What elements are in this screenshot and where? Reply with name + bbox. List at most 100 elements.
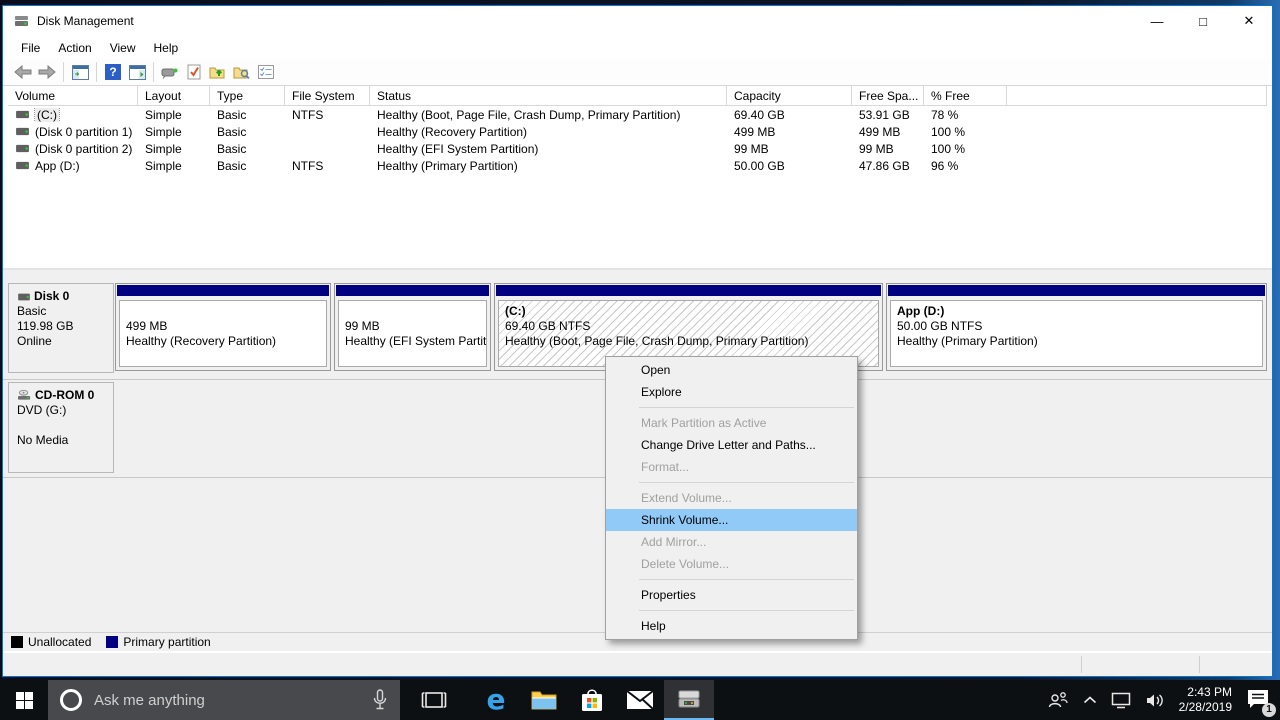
cell-free: 499 MB (852, 125, 924, 139)
table-row[interactable]: (Disk 0 partition 2) Simple Basic Health… (8, 140, 1267, 157)
console-tree-icon (72, 65, 89, 80)
volume-icon (15, 160, 30, 171)
menu-item-add-mirror[interactable]: Add Mirror... (606, 531, 857, 553)
help-icon: ? (105, 64, 121, 80)
menu-item-properties[interactable]: Properties (606, 584, 857, 606)
partition-app-d[interactable]: App (D:) 50.00 GB NTFS Healthy (Primary … (886, 283, 1267, 371)
menu-view[interactable]: View (101, 38, 145, 58)
column-header-capacity[interactable]: Capacity (727, 86, 852, 105)
partition-name: (C:) (505, 304, 872, 319)
volume-icon (15, 126, 30, 137)
toolbar-separator (153, 62, 154, 82)
file-explorer-icon (531, 689, 557, 711)
folder-search-button[interactable] (230, 61, 254, 83)
start-button[interactable] (0, 680, 48, 720)
column-header-free-space[interactable]: Free Spa... (852, 86, 924, 105)
show-action-pane-button[interactable] (125, 61, 149, 83)
partition-recovery[interactable]: 499 MB Healthy (Recovery Partition) (115, 283, 331, 371)
table-row[interactable]: App (D:) Simple Basic NTFS Healthy (Prim… (8, 157, 1267, 174)
menu-item-open[interactable]: Open (606, 359, 857, 381)
check-document-icon (187, 64, 201, 80)
menu-action[interactable]: Action (49, 38, 100, 58)
disk0-size: 119.98 GB (17, 319, 109, 334)
column-header-filler (1007, 86, 1267, 105)
search-input[interactable]: Ask me anything (94, 692, 360, 709)
checklist-button[interactable] (254, 61, 278, 83)
column-header-type[interactable]: Type (210, 86, 285, 105)
menu-item-mark-active[interactable]: Mark Partition as Active (606, 412, 857, 434)
cell-capacity: 69.40 GB (727, 108, 852, 122)
column-header-status[interactable]: Status (370, 86, 727, 105)
taskbar-clock[interactable]: 2:43 PM 2/28/2019 (1179, 685, 1232, 715)
cell-capacity: 50.00 GB (727, 159, 852, 173)
taskbar-file-explorer-button[interactable] (520, 680, 568, 720)
menu-item-delete-volume[interactable]: Delete Volume... (606, 553, 857, 575)
close-button[interactable]: ✕ (1226, 6, 1272, 36)
back-button[interactable] (11, 61, 35, 83)
cdrom-drive: DVD (G:) (17, 403, 109, 418)
menu-file[interactable]: File (12, 38, 49, 58)
partition-size: 99 MB (345, 319, 480, 334)
column-header-layout[interactable]: Layout (138, 86, 210, 105)
partition-efi[interactable]: 99 MB Healthy (EFI System Partition) (334, 283, 491, 371)
disk0-info-panel[interactable]: Disk 0 Basic 119.98 GB Online (8, 283, 114, 373)
taskbar-mail-button[interactable] (616, 680, 664, 720)
table-row[interactable]: (C:) Simple Basic NTFS Healthy (Boot, Pa… (8, 106, 1267, 123)
cortana-search-box[interactable]: Ask me anything (48, 680, 400, 720)
cortana-icon (60, 689, 82, 711)
cell-status: Healthy (EFI System Partition) (370, 142, 727, 156)
cell-status: Healthy (Boot, Page File, Crash Dump, Pr… (370, 108, 727, 122)
partition-size: 50.00 GB NTFS (897, 319, 1256, 334)
popup-window-button[interactable] (158, 61, 182, 83)
partition-color-bar (117, 285, 329, 296)
volume-name: (Disk 0 partition 1) (35, 125, 132, 139)
column-header-file-system[interactable]: File System (285, 86, 370, 105)
taskbar-store-button[interactable] (568, 680, 616, 720)
column-header-volume[interactable]: Volume (8, 86, 138, 105)
taskbar-disk-management-button[interactable] (664, 680, 714, 720)
action-center-button[interactable]: 1 (1246, 688, 1270, 713)
disk-icon (17, 292, 31, 302)
store-icon (580, 687, 604, 713)
cell-free: 47.86 GB (852, 159, 924, 173)
toolbar-separator (96, 62, 97, 82)
show-console-tree-button[interactable] (68, 61, 92, 83)
primary-partition-swatch (106, 636, 118, 648)
folder-up-button[interactable] (206, 61, 230, 83)
volume-table-header: Volume Layout Type File System Status Ca… (8, 86, 1267, 106)
check-document-button[interactable] (182, 61, 206, 83)
microphone-icon[interactable] (372, 689, 388, 711)
speaker-icon[interactable] (1145, 692, 1165, 709)
mail-icon (626, 690, 654, 710)
legend-label: Unallocated (28, 635, 91, 649)
menu-item-extend-volume[interactable]: Extend Volume... (606, 487, 857, 509)
clock-time: 2:43 PM (1179, 685, 1232, 700)
menu-item-explore[interactable]: Explore (606, 381, 857, 403)
cell-pct: 78 % (924, 108, 1007, 122)
cell-fs: NTFS (285, 108, 370, 122)
menu-item-change-drive-letter[interactable]: Change Drive Letter and Paths... (606, 434, 857, 456)
maximize-button[interactable]: □ (1180, 6, 1226, 36)
network-icon[interactable] (1111, 692, 1131, 709)
people-icon[interactable] (1047, 690, 1069, 710)
menu-help[interactable]: Help (145, 38, 188, 58)
menu-item-format[interactable]: Format... (606, 456, 857, 478)
task-view-button[interactable] (410, 680, 458, 720)
chevron-up-icon[interactable] (1083, 695, 1097, 705)
help-button[interactable]: ? (101, 61, 125, 83)
cdrom-info-panel[interactable]: CD-ROM 0 DVD (G:) No Media (8, 382, 114, 473)
cell-status: Healthy (Recovery Partition) (370, 125, 727, 139)
menu-item-shrink-volume[interactable]: Shrink Volume... (606, 509, 857, 531)
forward-button[interactable] (35, 61, 59, 83)
minimize-button[interactable]: ― (1134, 6, 1180, 36)
unallocated-swatch (11, 636, 23, 648)
window-title: Disk Management (37, 14, 134, 28)
cdrom-icon (17, 389, 32, 402)
menu-item-help[interactable]: Help (606, 615, 857, 637)
title-bar[interactable]: Disk Management ― □ ✕ (3, 6, 1272, 36)
table-row[interactable]: (Disk 0 partition 1) Simple Basic Health… (8, 123, 1267, 140)
menu-separator (639, 407, 854, 408)
column-header-pct-free[interactable]: % Free (924, 86, 1007, 105)
taskbar: Ask me anything e 2:43 PM 2/28/2019 1 (0, 680, 1280, 720)
taskbar-edge-button[interactable]: e (472, 680, 520, 720)
